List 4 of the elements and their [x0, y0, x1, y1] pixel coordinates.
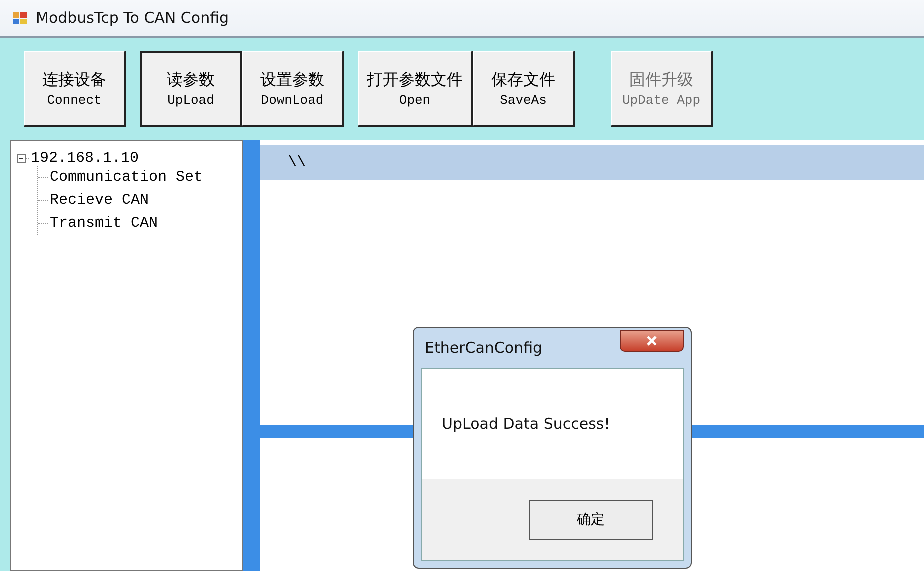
path-text: \\	[288, 154, 306, 171]
window-title: ModbusTcp To CAN Config	[36, 9, 230, 27]
dialog-message: UpLoad Data Success!	[442, 415, 610, 433]
dialog-title: EtherCanConfig	[424, 339, 543, 357]
